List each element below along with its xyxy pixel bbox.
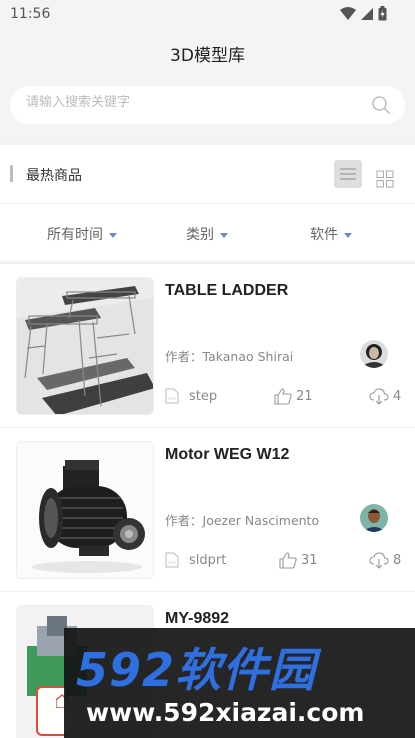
product-title[interactable]: Motor WEG W12: [165, 446, 289, 464]
like-count[interactable]: 21: [274, 388, 313, 405]
battery-icon: [378, 6, 387, 21]
grid-view-icon[interactable]: [376, 170, 394, 188]
list-view-toggle[interactable]: [334, 160, 362, 188]
svg-text:</>: </>: [168, 396, 176, 401]
status-bar: 11:56: [0, 0, 415, 28]
filter-category-label: 类别: [186, 227, 214, 243]
author-label: 作者：: [165, 513, 203, 528]
search-icon[interactable]: [371, 95, 391, 115]
tab-home[interactable]: [36, 686, 68, 736]
cloud-download-icon: [369, 552, 389, 569]
signal-icon: [361, 7, 373, 20]
search-area: [0, 78, 415, 138]
avatar[interactable]: [360, 504, 388, 532]
list-item[interactable]: TABLE LADDER 作者：Takanao Shirai </> step …: [0, 263, 415, 427]
page-title: 3D模型库: [170, 46, 245, 66]
section-header: 最热商品: [0, 145, 415, 203]
status-time: 11:56: [10, 6, 51, 22]
watermark-url: www.592xiazai.com: [86, 698, 365, 727]
filter-time[interactable]: 所有时间: [47, 224, 117, 244]
section-indicator: [10, 165, 13, 182]
download-count[interactable]: 4: [369, 388, 401, 405]
filter-bar: 所有时间 类别 软件: [0, 203, 415, 261]
product-author: 作者：Takanao Shirai: [165, 346, 320, 365]
like-count-value: 31: [301, 553, 318, 568]
thumbs-up-icon: [279, 552, 297, 569]
watermark-overlay: 592软件园 www.592xiazai.com: [64, 628, 415, 738]
list-view-icon: [340, 168, 356, 180]
product-thumbnail[interactable]: [16, 441, 154, 579]
filter-software[interactable]: 软件: [310, 224, 352, 244]
filter-software-label: 软件: [310, 227, 338, 243]
section-title: 最热商品: [26, 168, 82, 184]
file-format: </> step: [165, 388, 217, 404]
search-box[interactable]: [10, 86, 405, 124]
wifi-icon: [340, 6, 356, 20]
caret-down-icon: [220, 232, 228, 238]
product-author: 作者：Joezer Nascimento: [165, 510, 320, 529]
table-ladder-image: [17, 278, 153, 414]
filter-time-label: 所有时间: [47, 227, 103, 243]
author-label: 作者：: [165, 349, 203, 364]
motor-image: [17, 442, 153, 578]
svg-text:</>: </>: [168, 560, 176, 565]
title-bar: 3D模型库: [0, 28, 415, 78]
thumbs-up-icon: [274, 388, 292, 405]
file-format-label: sldprt: [189, 552, 227, 568]
download-count-value: 8: [393, 553, 402, 568]
file-icon: </>: [165, 552, 179, 568]
caret-down-icon: [109, 232, 117, 238]
author-name: Joezer Nascimento: [202, 513, 320, 528]
caret-down-icon: [344, 232, 352, 238]
watermark-brand: 592软件园: [76, 634, 316, 700]
product-title[interactable]: MY-9892: [165, 610, 229, 628]
download-count-value: 4: [393, 389, 402, 404]
filter-category[interactable]: 类别: [186, 224, 228, 244]
like-count-value: 21: [296, 389, 313, 404]
avatar[interactable]: [360, 340, 388, 368]
cloud-download-icon: [369, 388, 389, 405]
watermark-brand-text: 592软件园: [76, 643, 317, 697]
search-input[interactable]: [26, 95, 356, 110]
status-icons: [340, 6, 387, 21]
file-format-label: step: [189, 388, 218, 404]
like-count[interactable]: 31: [279, 552, 318, 569]
file-format: </> sldprt: [165, 552, 226, 568]
list-item[interactable]: Motor WEG W12 作者：Joezer Nascimento </> s…: [0, 427, 415, 591]
product-title[interactable]: TABLE LADDER: [165, 282, 288, 300]
file-icon: </>: [165, 388, 179, 404]
author-name: Takanao Shirai: [202, 349, 294, 364]
download-count[interactable]: 8: [369, 552, 401, 569]
product-thumbnail[interactable]: [16, 277, 154, 415]
